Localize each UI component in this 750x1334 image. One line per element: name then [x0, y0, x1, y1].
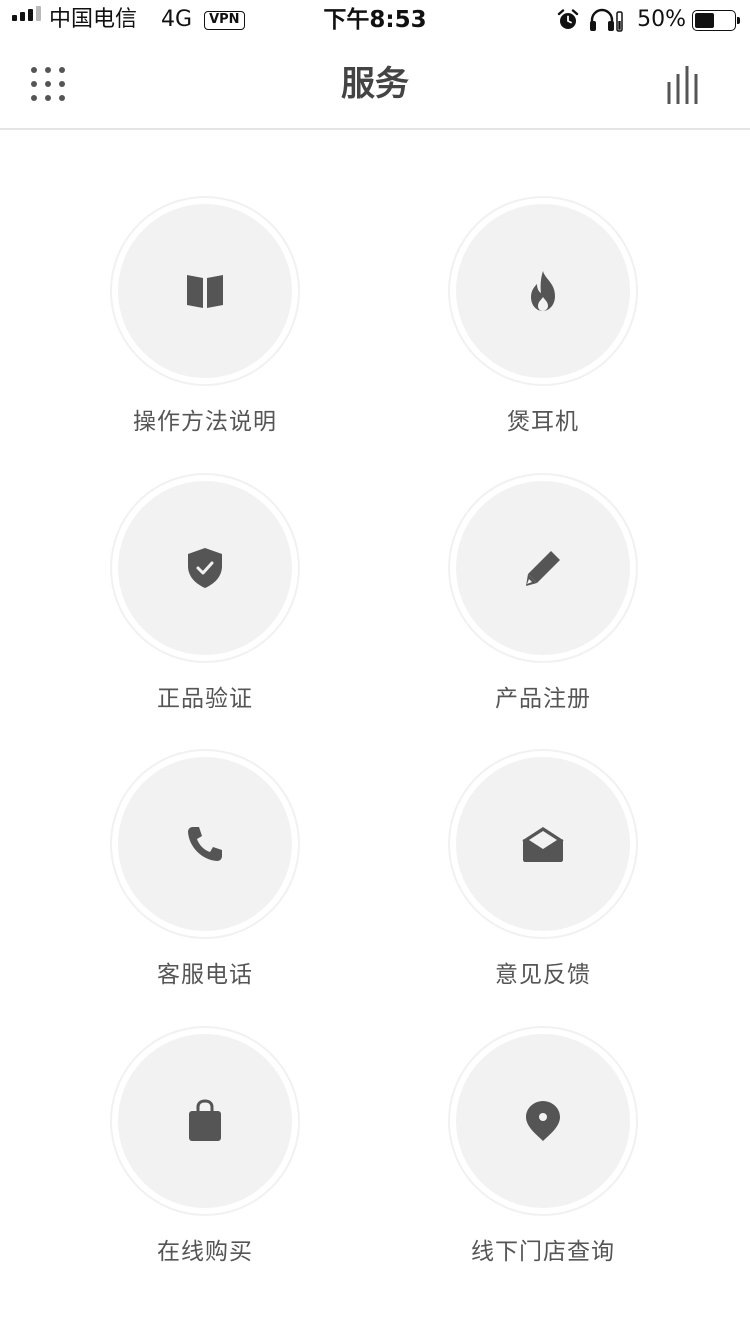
service-label: 正品验证	[157, 686, 253, 712]
service-circle[interactable]	[448, 196, 638, 386]
battery-icon	[692, 9, 740, 31]
phone-icon	[188, 827, 222, 861]
battery-fill	[695, 12, 714, 28]
service-label: 在线购买	[157, 1239, 253, 1265]
service-label: 操作方法说明	[133, 409, 277, 435]
service-label: 线下门店查询	[471, 1239, 615, 1265]
shield-check-icon	[188, 548, 222, 588]
alarm-icon	[557, 9, 579, 29]
headphones-icon	[590, 8, 623, 32]
status-right: 50%	[557, 0, 740, 40]
nav-bar: 服务	[0, 40, 750, 130]
service-circle[interactable]	[110, 749, 300, 939]
service-circle[interactable]	[110, 1026, 300, 1216]
service-item-authenticity[interactable]: 正品验证	[90, 473, 320, 723]
service-circle[interactable]	[448, 473, 638, 663]
service-item-hotline[interactable]: 客服电话	[90, 749, 320, 999]
status-bar: 中国电信 4G VPN 下午8:53 50%	[0, 0, 750, 40]
service-circle[interactable]	[110, 196, 300, 386]
service-circle[interactable]	[448, 749, 638, 939]
page-title: 服务	[341, 64, 409, 104]
envelope-open-icon	[522, 827, 564, 862]
book-icon	[187, 275, 223, 308]
pencil-icon	[526, 551, 560, 586]
service-item-store-locator[interactable]: 线下门店查询	[428, 1026, 658, 1276]
shopping-bag-icon	[189, 1099, 221, 1141]
service-circle[interactable]	[448, 1026, 638, 1216]
service-item-buy-online[interactable]: 在线购买	[90, 1026, 320, 1276]
service-label: 产品注册	[495, 686, 591, 712]
flame-icon	[531, 271, 555, 311]
service-circle[interactable]	[110, 473, 300, 663]
map-pin-icon	[526, 1101, 560, 1141]
service-item-instructions[interactable]: 操作方法说明	[90, 196, 320, 446]
service-label: 煲耳机	[507, 409, 579, 435]
bar-chart-icon[interactable]	[664, 66, 704, 106]
service-label: 客服电话	[157, 962, 253, 988]
battery-percent: 50%	[637, 7, 686, 32]
service-label: 意见反馈	[495, 962, 591, 988]
service-item-feedback[interactable]: 意见反馈	[428, 749, 658, 999]
service-item-registration[interactable]: 产品注册	[428, 473, 658, 723]
service-item-burn-in[interactable]: 煲耳机	[428, 196, 658, 446]
